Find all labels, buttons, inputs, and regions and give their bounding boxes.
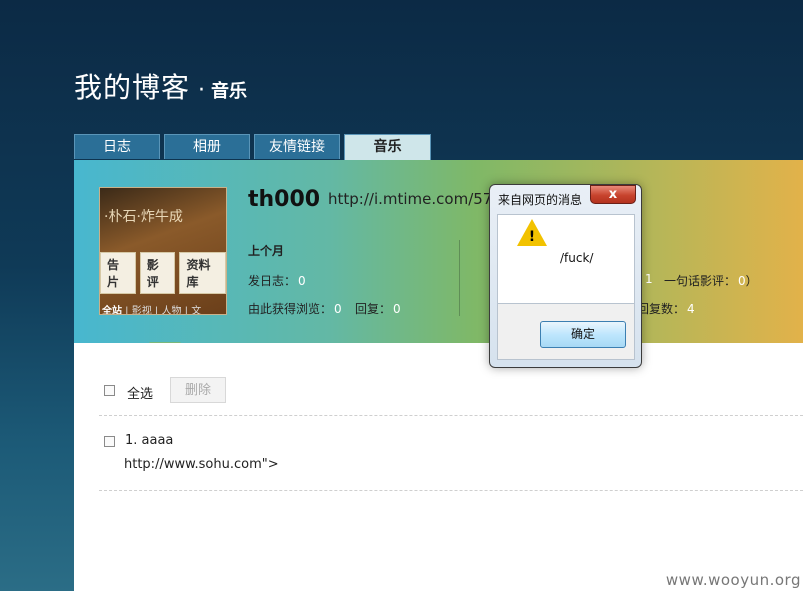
dialog-message: /fuck/: [560, 251, 594, 265]
divider: [99, 490, 803, 491]
blog-title: 我的博客 · 音乐: [74, 66, 247, 106]
tab-album[interactable]: 相册: [164, 134, 250, 159]
stat-oneline-reviews: 一句话影评： 0）: [664, 272, 758, 289]
tab-bar: 日志 相册 友情链接 音乐: [74, 134, 431, 161]
stat-posts: 发日志： 0: [248, 272, 306, 289]
avatar-button-row: 告片 影评 资料库: [100, 252, 226, 294]
ok-button[interactable]: 确定: [540, 321, 626, 348]
avatar-button: 资料库: [179, 252, 226, 294]
stat-posts-value: 0: [298, 274, 306, 288]
stat-fragment-value: 1: [645, 272, 653, 286]
watermark: www.wooyun.org: [665, 571, 801, 589]
avatar-button: 告片: [100, 252, 136, 294]
avatar-nav: 全站 | 影视 | 人物 | 文: [102, 306, 202, 315]
stat-views: 由此获得浏览： 0: [248, 300, 342, 317]
stats-divider: [459, 240, 460, 316]
dialog-title: 来自网页的消息: [498, 193, 583, 207]
stat-oneline-label: 一句话影评：: [664, 274, 737, 288]
alert-dialog: 来自网页的消息 x ! /fuck/ 确定: [489, 184, 642, 368]
section-name: 音乐: [211, 81, 248, 102]
stat-replycount-value: 4: [687, 302, 695, 316]
stat-replies-label: 回复：: [355, 302, 392, 316]
avatar-nav-item: 影视: [131, 306, 152, 315]
avatar-nav-item: 全站: [102, 306, 122, 315]
stat-replycount-label: 回复数：: [637, 302, 686, 316]
stat-fragment: 1: [643, 272, 653, 286]
tab-friend-links[interactable]: 友情链接: [254, 134, 340, 159]
stat-views-label: 由此获得浏览：: [248, 302, 333, 316]
divider: [99, 415, 803, 416]
blog-title-text: 我的博客: [74, 71, 191, 104]
stat-reply-count: 回复数： 4: [637, 300, 695, 317]
delete-button[interactable]: 删除: [170, 377, 226, 403]
select-all-checkbox[interactable]: [104, 385, 115, 396]
avatar-button: 影评: [139, 252, 176, 294]
stats-period-title: 上个月: [248, 244, 285, 258]
stat-oneline-value: 0: [738, 274, 746, 288]
stat-views-value: 0: [334, 302, 342, 316]
tab-diary[interactable]: 日志: [74, 134, 160, 159]
avatar-nav-item: 人物: [161, 306, 182, 315]
avatar-script-text: ·朴石·炸牛成: [104, 209, 183, 225]
warning-icon-mark: !: [528, 229, 536, 245]
entry-checkbox[interactable]: [104, 436, 115, 447]
select-all-label[interactable]: 全选: [127, 383, 153, 402]
tab-music[interactable]: 音乐: [344, 134, 431, 161]
stat-posts-label: 发日志：: [248, 274, 297, 288]
entry-title-link[interactable]: 1. aaaa: [125, 433, 173, 448]
home-url-link[interactable]: http://i.mtime.com/578: [328, 190, 498, 208]
close-icon[interactable]: x: [590, 185, 636, 204]
stat-replies-value: 0: [393, 302, 401, 316]
title-separator: ·: [198, 78, 206, 103]
entry-url-text: http://www.sohu.com">: [124, 457, 279, 472]
stat-close-paren: ）: [745, 274, 758, 288]
avatar-nav-item: 文: [191, 306, 202, 315]
username[interactable]: th000: [248, 187, 320, 212]
avatar[interactable]: ·朴石·炸牛成 告片 影评 资料库 全站 | 影视 | 人物 | 文: [99, 187, 227, 315]
stat-replies: 回复： 0: [355, 300, 401, 317]
